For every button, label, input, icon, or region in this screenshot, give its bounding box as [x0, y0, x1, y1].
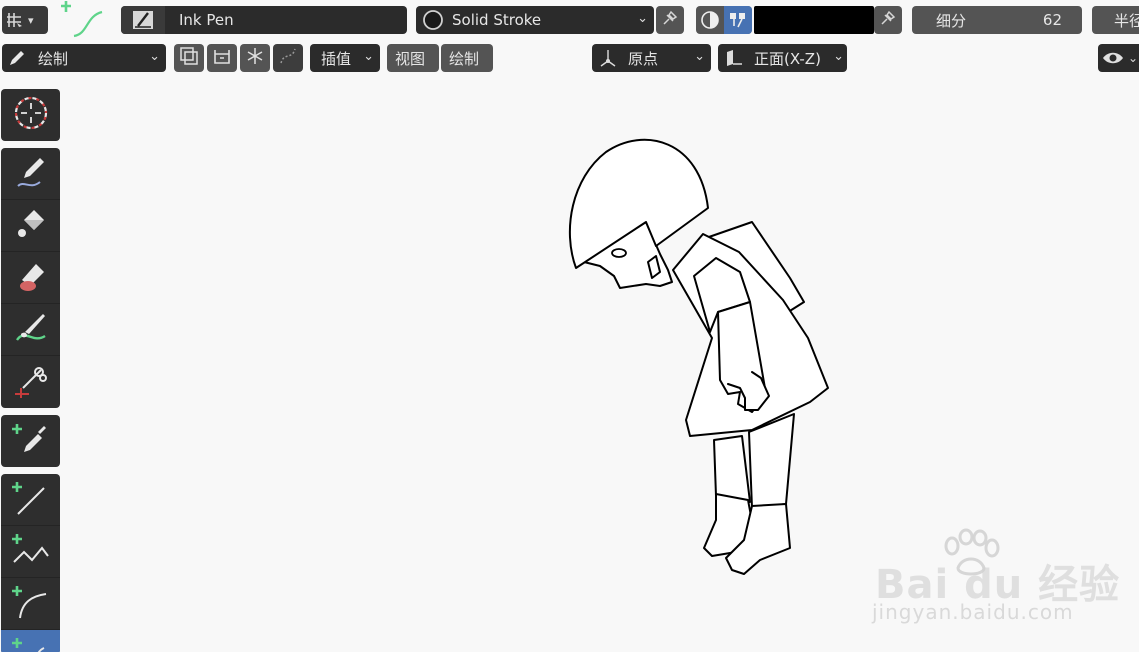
subdivide-label: 细分 [936, 11, 967, 30]
origin-selector[interactable]: 原点 ⌄ [592, 44, 711, 72]
guides-button[interactable] [240, 44, 270, 72]
snap-menu-button[interactable]: ▾ [2, 6, 48, 34]
tint-tool[interactable] [1, 304, 60, 356]
chevron-down-icon: ⌄ [833, 49, 844, 64]
eyedropper-tool[interactable] [1, 415, 60, 467]
pin-icon [661, 9, 679, 31]
plane-selector[interactable]: 正面(X-Z) ⌄ [718, 44, 847, 72]
eyedropper-tool-group [1, 415, 60, 467]
material-color-icon [696, 6, 724, 34]
eye-icon [1098, 44, 1128, 72]
stroke-placement-button[interactable] [207, 44, 237, 72]
polyline-tool[interactable] [1, 526, 60, 578]
snowflake-icon [245, 46, 265, 70]
subdivide-field[interactable]: 细分 62 [912, 6, 1082, 34]
dotted-curve-icon [278, 46, 298, 70]
erase-tool[interactable] [1, 252, 60, 304]
eraser-icon [14, 258, 48, 298]
multiframe-button[interactable] [174, 44, 204, 72]
chevron-down-icon: ⌄ [637, 11, 648, 26]
color-mode-toggle[interactable] [696, 6, 752, 34]
material-name: Solid Stroke [452, 11, 542, 29]
fill-tool[interactable] [1, 200, 60, 252]
draw-tool[interactable] [1, 148, 60, 200]
polyline-icon [11, 530, 50, 574]
view-menu[interactable]: 视图 [387, 44, 439, 72]
cursor-tool[interactable] [1, 89, 60, 141]
stroke-color-swatch[interactable] [754, 6, 874, 34]
radius-field[interactable]: 半径 [1092, 6, 1139, 34]
fill-bucket-icon [14, 206, 48, 246]
arc-tool[interactable] [1, 578, 60, 630]
pencil-icon [2, 44, 32, 72]
tool-header-bar: ▾ Ink Pen Solid Stroke ⌄ 细分 62 半径 [0, 0, 1139, 40]
plane-label: 正面(X-Z) [754, 49, 821, 68]
material-selector[interactable]: Solid Stroke ⌄ [416, 6, 654, 34]
chevron-down-icon: ⌄ [694, 49, 705, 64]
multiframe-icon [179, 46, 199, 70]
curve-icon [11, 634, 50, 652]
mode-selector[interactable]: 绘制 ⌄ [2, 44, 166, 72]
curve-stroke-icon[interactable] [60, 0, 106, 40]
plane-icon [718, 44, 750, 72]
pin-icon [879, 9, 897, 31]
line-icon [11, 478, 50, 522]
castle-icon [212, 46, 232, 70]
pin-color-button[interactable] [874, 6, 902, 34]
vertex-color-icon [724, 6, 752, 34]
interpolate-label: 插值 [321, 49, 352, 68]
origin-label: 原点 [628, 49, 659, 68]
pin-material-button[interactable] [656, 6, 684, 34]
draw-label: 绘制 [449, 49, 480, 68]
pen-brush-icon [121, 6, 165, 34]
draw-menu[interactable]: 绘制 [441, 44, 493, 72]
primitive-tool-group [1, 474, 60, 652]
baidu-watermark-url: jingyan.baidu.com [872, 600, 1074, 624]
cursor-tool-group [1, 89, 60, 141]
line-tool[interactable] [1, 474, 60, 526]
arc-icon [11, 582, 50, 626]
origin-axes-icon [592, 44, 624, 72]
brush-name: Ink Pen [179, 11, 234, 29]
annotate-button[interactable] [273, 44, 303, 72]
chevron-down-icon: ⌄ [1128, 51, 1139, 65]
draw-tool-group [1, 148, 60, 408]
material-sphere-icon [416, 6, 450, 34]
eyedropper-icon [11, 420, 50, 462]
brush-selector[interactable]: Ink Pen [121, 6, 407, 34]
visibility-menu[interactable]: ⌄ [1098, 44, 1139, 72]
chevron-down-icon: ⌄ [149, 49, 160, 64]
pencil-icon [14, 154, 48, 194]
chevron-down-icon: ▾ [28, 13, 34, 27]
snap-icon [2, 6, 28, 34]
scissors-icon [13, 362, 49, 402]
mode-label: 绘制 [38, 49, 69, 68]
viewport-header-bar: 绘制 ⌄ 插值 ⌄ 视图 绘制 原点 ⌄ 正面(X-Z) ⌄ ⌄ [0, 40, 1139, 78]
radius-label: 半径 [1114, 11, 1139, 30]
cutter-tool[interactable] [1, 356, 60, 408]
view-label: 视图 [395, 49, 426, 68]
interpolate-menu[interactable]: 插值 ⌄ [310, 44, 380, 72]
curve-tool[interactable] [1, 630, 60, 652]
brush-icon [13, 310, 49, 350]
subdivide-value: 62 [1042, 11, 1062, 29]
paw-icon [940, 528, 1002, 584]
cursor-icon [12, 94, 50, 136]
chevron-down-icon: ⌄ [363, 49, 374, 64]
